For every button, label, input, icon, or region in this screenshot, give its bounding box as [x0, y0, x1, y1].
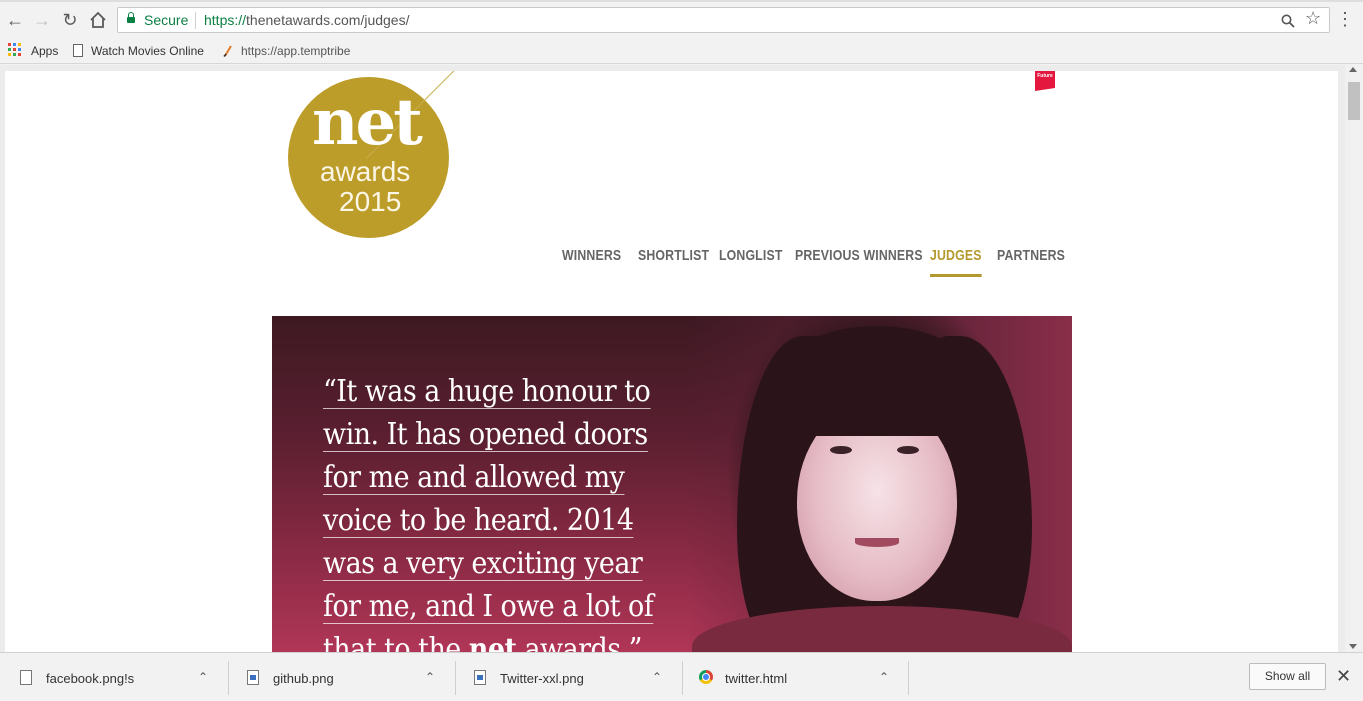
quote-line: for me and allowed my [323, 460, 625, 495]
download-divider [228, 661, 229, 695]
chevron-up-icon[interactable]: ⌃ [198, 670, 208, 684]
quote-line: win. It has opened doors [323, 417, 648, 452]
judge-quote-banner: “It was a huge honour to win. It has ope… [272, 316, 1072, 652]
quote-line: “It was a huge honour to [323, 374, 651, 409]
net-awards-logo[interactable]: net awards 2015 [288, 71, 468, 257]
download-shelf: facebook.png!s ⌃ github.png ⌃ Twitter-xx… [0, 652, 1363, 701]
download-filename: facebook.png!s [46, 671, 135, 686]
nav-winners[interactable]: WINNERS [562, 247, 621, 277]
tab-strip-edge [0, 0, 1363, 2]
logo-wordmark: net [312, 85, 423, 160]
web-page: net awards 2015 Future WINNERS SHORTLIST… [5, 71, 1338, 652]
browser-toolbar: ← → ↻ Secure https://thenetawards.com/ju… [0, 0, 1363, 40]
logo-year: 2015 [339, 186, 402, 217]
download-filename: twitter.html [725, 671, 788, 686]
image-file-icon [474, 670, 486, 685]
forward-icon[interactable]: → [31, 9, 53, 31]
apps-icon [8, 43, 21, 56]
judge-photo-mouth [855, 538, 899, 547]
show-all-downloads-button[interactable]: Show all [1249, 663, 1326, 690]
judge-photo-hair [777, 326, 977, 436]
bookmark-label: Watch Movies Online [91, 44, 204, 58]
favicon-pen-icon [223, 45, 232, 57]
bookmark-apps[interactable]: Apps [31, 42, 58, 60]
secure-label: Secure [144, 12, 189, 28]
download-item-facebook[interactable]: facebook.png!s ⌃ [20, 661, 220, 695]
quote-last-suffix: awards.” [516, 632, 642, 652]
chevron-up-icon[interactable]: ⌃ [425, 670, 435, 684]
logo-awards-text: awards [320, 156, 411, 187]
quote-line: for me, and I owe a lot of [323, 589, 654, 624]
nav-previous-winners[interactable]: PREVIOUS WINNERS [795, 247, 923, 277]
nav-shortlist[interactable]: SHORTLIST [638, 247, 709, 277]
download-item-twitter-xxl[interactable]: Twitter-xxl.png ⌃ [474, 661, 674, 695]
quote-line-last: that to the net awards.” [323, 633, 642, 652]
download-filename: Twitter-xxl.png [500, 671, 584, 686]
bookmark-label: https://app.temptribe [241, 44, 351, 58]
main-nav: WINNERS SHORTLIST LONGLIST PREVIOUS WINN… [5, 247, 1338, 277]
menu-icon[interactable]: ⋮ [1336, 8, 1354, 32]
url-text[interactable]: https://thenetawards.com/judges/ [204, 12, 409, 28]
bookmark-watch-movies[interactable]: Watch Movies Online [73, 42, 204, 60]
url-host: thenetawards.com [246, 12, 361, 28]
chevron-up-icon[interactable]: ⌃ [652, 670, 662, 684]
chrome-icon [699, 670, 713, 684]
chevron-up-icon[interactable]: ⌃ [879, 670, 889, 684]
quote-last-prefix: that to the [323, 632, 469, 652]
address-bar[interactable]: Secure https://thenetawards.com/judges/ … [117, 7, 1330, 33]
quote-line: was a very exciting year [323, 546, 643, 581]
url-scheme: https:// [204, 12, 247, 28]
omnibox-separator [195, 12, 196, 29]
close-icon[interactable]: ✕ [1336, 666, 1351, 686]
page-scrollbar[interactable] [1345, 65, 1363, 652]
future-publisher-badge[interactable]: Future [1035, 71, 1055, 91]
judge-photo-eye [830, 446, 852, 454]
back-icon[interactable]: ← [4, 9, 26, 31]
nav-partners[interactable]: PARTNERS [997, 247, 1065, 277]
download-divider [682, 661, 683, 695]
quote-line: voice to be heard. 2014 [323, 503, 634, 538]
download-item-github[interactable]: github.png ⌃ [247, 661, 447, 695]
reload-icon[interactable]: ↻ [59, 9, 81, 31]
judge-photo-eye [897, 446, 919, 454]
bookmarks-bar: Apps Watch Movies Online https://app.tem… [0, 40, 1363, 64]
url-path: /judges/ [360, 12, 410, 28]
quote-last-bold: net [468, 632, 517, 652]
download-divider [908, 661, 909, 695]
scroll-up-arrow-icon[interactable] [1349, 67, 1357, 72]
download-item-twitter-html[interactable]: twitter.html ⌃ [699, 661, 899, 695]
bookmark-temptribe[interactable]: https://app.temptribe [223, 42, 350, 60]
bookmark-star-icon[interactable]: ☆ [1305, 8, 1321, 29]
lock-icon [127, 12, 135, 25]
file-icon [20, 670, 32, 685]
download-divider [455, 661, 456, 695]
nav-judges[interactable]: JUDGES [930, 247, 982, 277]
zoom-search-icon[interactable] [1281, 11, 1295, 32]
image-file-icon [247, 670, 259, 685]
scroll-down-arrow-icon[interactable] [1349, 644, 1357, 649]
scroll-thumb[interactable] [1348, 82, 1360, 120]
page-icon [73, 44, 83, 57]
page-viewport: net awards 2015 Future WINNERS SHORTLIST… [0, 65, 1363, 652]
nav-longlist[interactable]: LONGLIST [719, 247, 782, 277]
judge-quote: “It was a huge honour to win. It has ope… [323, 372, 693, 652]
download-filename: github.png [273, 671, 334, 686]
home-icon[interactable] [87, 9, 109, 31]
